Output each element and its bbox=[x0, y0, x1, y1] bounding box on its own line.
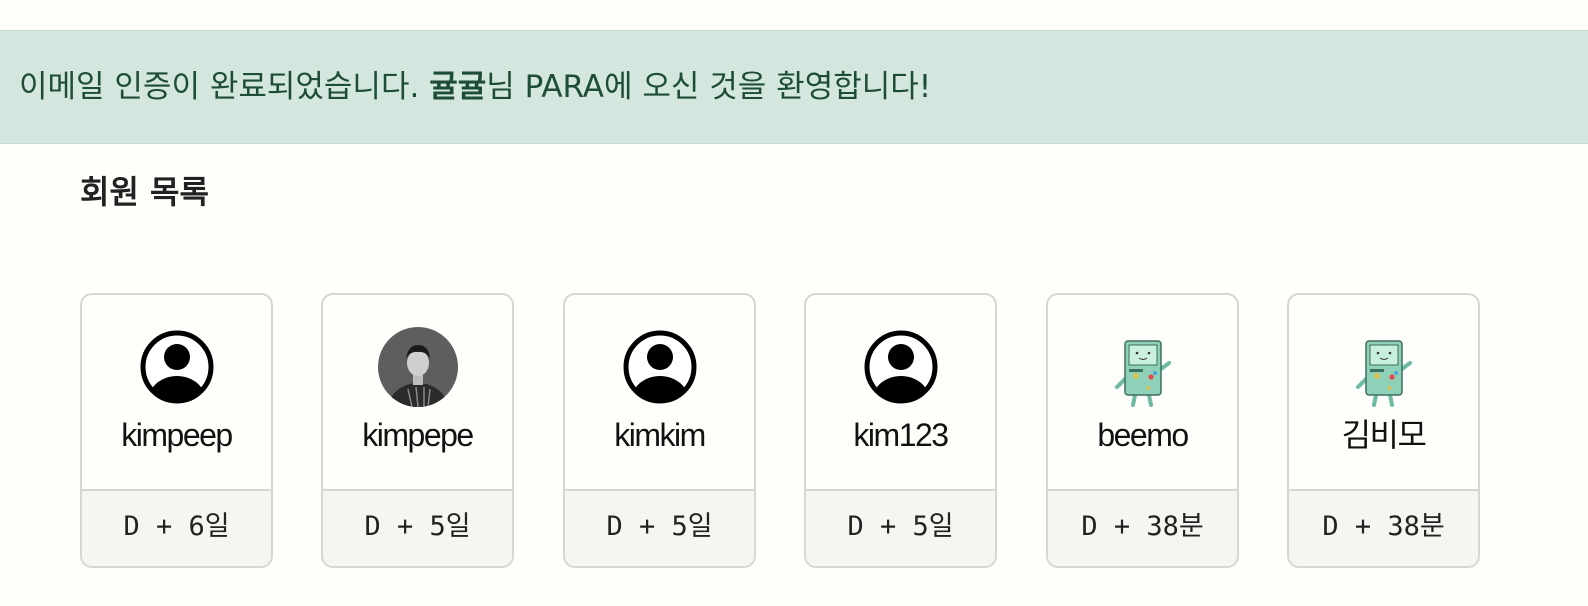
default-user-icon bbox=[861, 327, 941, 407]
alert-username: 귤귤 bbox=[429, 69, 487, 105]
member-card[interactable]: kimpepe D + 5일 bbox=[321, 293, 514, 568]
alert-prefix: 이메일 인증이 완료되었습니다. bbox=[19, 69, 430, 105]
alert-suffix: 님 PARA에 오신 것을 환영합니다! bbox=[486, 69, 932, 105]
member-card[interactable]: kim123 D + 5일 bbox=[804, 293, 997, 568]
default-user-icon bbox=[620, 327, 700, 407]
member-card[interactable]: beemo D + 38분 bbox=[1046, 293, 1239, 568]
member-name: 김비모 bbox=[1341, 417, 1427, 453]
member-since: D + 38분 bbox=[1048, 489, 1237, 566]
default-user-icon bbox=[137, 327, 217, 407]
member-since: D + 5일 bbox=[565, 489, 754, 566]
member-since: D + 5일 bbox=[806, 489, 995, 566]
member-since: D + 38분 bbox=[1289, 489, 1478, 566]
member-name: beemo bbox=[1097, 417, 1189, 453]
member-card[interactable]: kimkim D + 5일 bbox=[563, 293, 756, 568]
bmo-character-icon bbox=[1344, 327, 1424, 407]
member-name: kim123 bbox=[853, 417, 949, 453]
welcome-alert: 이메일 인증이 완료되었습니다. 귤귤님 PARA에 오신 것을 환영합니다! bbox=[0, 30, 1588, 144]
member-name: kimpepe bbox=[362, 417, 474, 453]
member-card[interactable]: kimpeep D + 6일 bbox=[80, 293, 273, 568]
member-card[interactable]: 김비모 D + 38분 bbox=[1287, 293, 1480, 568]
member-since: D + 5일 bbox=[323, 489, 512, 566]
member-name: kimkim bbox=[614, 417, 706, 453]
members-title: 회원 목록 bbox=[80, 173, 209, 211]
member-name: kimpeep bbox=[121, 417, 233, 453]
profile-photo bbox=[377, 327, 458, 407]
member-since: D + 6일 bbox=[82, 489, 271, 566]
bmo-character-icon bbox=[1103, 327, 1183, 407]
